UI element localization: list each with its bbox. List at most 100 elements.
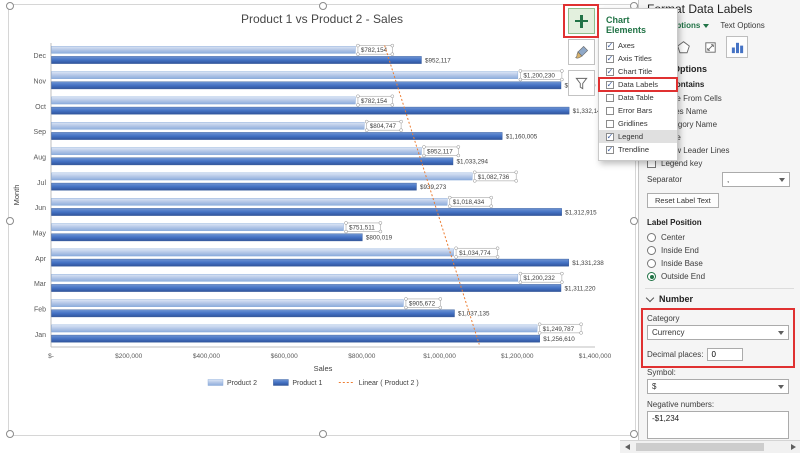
y-tick-label: Aug <box>34 155 47 162</box>
decimal-places-input[interactable] <box>707 348 744 361</box>
radio-center[interactable]: Center <box>647 231 705 244</box>
radio-outside-end[interactable]: Outside End <box>647 270 705 283</box>
selection-handle <box>364 119 369 124</box>
chart-resize-handle[interactable] <box>6 430 14 438</box>
horizontal-scrollbar[interactable] <box>620 440 800 453</box>
bar-product2[interactable] <box>51 121 365 130</box>
flyout-item-gridlines[interactable]: Gridlines <box>599 117 677 130</box>
chart-resize-handle[interactable] <box>319 430 327 438</box>
negative-numbers-listbox[interactable]: -$1,234 <box>647 411 789 439</box>
selection-handle <box>560 280 564 284</box>
selection-handle <box>579 322 583 327</box>
bar-product2[interactable] <box>51 71 519 79</box>
section-number[interactable]: Number <box>645 293 693 304</box>
chart-filters-button[interactable] <box>568 70 595 96</box>
data-label-product1: $1,312,915 <box>565 209 597 216</box>
selection-handle <box>489 195 493 200</box>
reset-label-text-button[interactable]: Reset Label Text <box>647 193 719 208</box>
selection-handle <box>364 128 369 132</box>
chart-styles-button[interactable] <box>568 39 595 65</box>
bar-product2[interactable] <box>51 147 422 155</box>
legend-label-product2[interactable]: Product 2 <box>227 380 257 387</box>
y-tick-label: Jan <box>35 332 46 339</box>
scroll-left-button[interactable] <box>620 441 634 453</box>
chart-object[interactable]: Product 1 vs Product 2 - Sales $- $200,00… <box>6 2 638 438</box>
flyout-item-trendline[interactable]: ✓ Trendline <box>599 143 677 156</box>
legend-label-product1[interactable]: Product 1 <box>292 380 322 387</box>
bar-product1[interactable] <box>51 81 562 90</box>
chart-resize-handle[interactable] <box>630 217 638 225</box>
checkbox-icon: ✓ <box>606 66 614 76</box>
label-position-options: Center Inside End Inside Base Outside End <box>647 231 705 283</box>
flyout-item-axis-titles[interactable]: ✓ Axis Titles <box>599 52 677 65</box>
checkbox-icon: ✓ <box>606 79 614 89</box>
bar-product2[interactable] <box>51 96 356 105</box>
size-properties-icon[interactable] <box>699 36 721 58</box>
flyout-item-chart-title[interactable]: ✓ Chart Title <box>599 65 677 78</box>
brush-icon <box>575 45 589 58</box>
bar-product1[interactable] <box>51 284 562 292</box>
bar-product1[interactable] <box>51 334 540 343</box>
flyout-title: Chart Elements <box>606 15 647 35</box>
chart-resize-handle[interactable] <box>6 2 14 10</box>
tab-text-options[interactable]: Text Options <box>720 21 764 30</box>
negative-numbers-label: Negative numbers: <box>647 400 715 409</box>
data-label-product2: $952,117 <box>427 149 453 156</box>
flyout-item-data-table[interactable]: Data Table <box>599 91 677 104</box>
scroll-right-button[interactable] <box>786 441 800 453</box>
x-tick-label: $600,000 <box>271 353 298 360</box>
bar-product1[interactable] <box>51 208 562 216</box>
bar-product2[interactable] <box>51 248 454 257</box>
bar-product1[interactable] <box>51 182 417 191</box>
chart-resize-handle[interactable] <box>630 430 638 438</box>
chart-resize-handle[interactable] <box>319 2 327 10</box>
flyout-item-data-labels[interactable]: ✓ Data Labels <box>598 77 678 92</box>
selection-handle <box>438 305 443 310</box>
separator-select[interactable]: , <box>722 172 790 187</box>
selection-handle <box>356 52 360 56</box>
bar-product2[interactable] <box>51 172 473 181</box>
decimal-places-label: Decimal places: <box>647 350 704 359</box>
bar-product2[interactable] <box>51 324 538 333</box>
selection-handle <box>378 229 383 234</box>
bar-product1[interactable] <box>51 258 569 267</box>
legend-swatch-product2[interactable] <box>207 379 224 386</box>
flyout-item-label: Error Bars <box>618 106 653 115</box>
y-tick-label: Nov <box>34 79 47 86</box>
data-label-product2: $1,249,787 <box>543 326 575 333</box>
pane-divider <box>645 288 794 289</box>
bar-product1[interactable] <box>51 56 422 64</box>
bar-product2[interactable] <box>51 223 344 231</box>
negative-number-option[interactable]: -$1,234 <box>648 412 788 425</box>
symbol-select[interactable]: $ <box>647 379 789 394</box>
bar-product1[interactable] <box>51 132 503 140</box>
bar-product2[interactable] <box>51 299 404 307</box>
selection-handle <box>399 128 403 132</box>
bar-product1[interactable] <box>51 233 363 242</box>
bar-product1[interactable] <box>51 157 454 166</box>
radio-label: Inside End <box>661 246 699 255</box>
chart-elements-button[interactable] <box>568 8 595 34</box>
radio-inside-end[interactable]: Inside End <box>647 244 705 257</box>
flyout-item-axes[interactable]: ✓ Axes <box>599 39 677 52</box>
flyout-item-error-bars[interactable]: Error Bars <box>599 104 677 117</box>
data-label-product2: $782,154 <box>361 47 388 54</box>
legend-swatch-product1[interactable] <box>273 379 289 386</box>
bar-product1[interactable] <box>51 309 455 318</box>
category-select[interactable]: Currency <box>647 325 789 340</box>
bar-product2[interactable] <box>51 46 356 54</box>
chart-plot-area: $- $200,000 $400,000 $600,000 $800,000 $1,000… <box>12 43 612 387</box>
bar-product2[interactable] <box>51 273 519 282</box>
scrollbar-thumb[interactable] <box>636 443 764 451</box>
flyout-item-label: Legend <box>618 132 644 141</box>
radio-icon <box>647 272 656 281</box>
bar-product2[interactable] <box>51 197 448 206</box>
bar-product1[interactable] <box>51 106 570 115</box>
label-options-icon[interactable] <box>726 36 748 58</box>
legend-label-trendline[interactable]: Linear ( Product 2 ) <box>359 380 419 387</box>
chart-resize-handle[interactable] <box>6 217 14 225</box>
data-label-product2: $782,154 <box>361 98 388 105</box>
data-label-product1: $1,033,294 <box>457 159 489 166</box>
radio-inside-base[interactable]: Inside Base <box>647 257 705 270</box>
flyout-item-legend[interactable]: ✓ Legend <box>599 130 677 143</box>
